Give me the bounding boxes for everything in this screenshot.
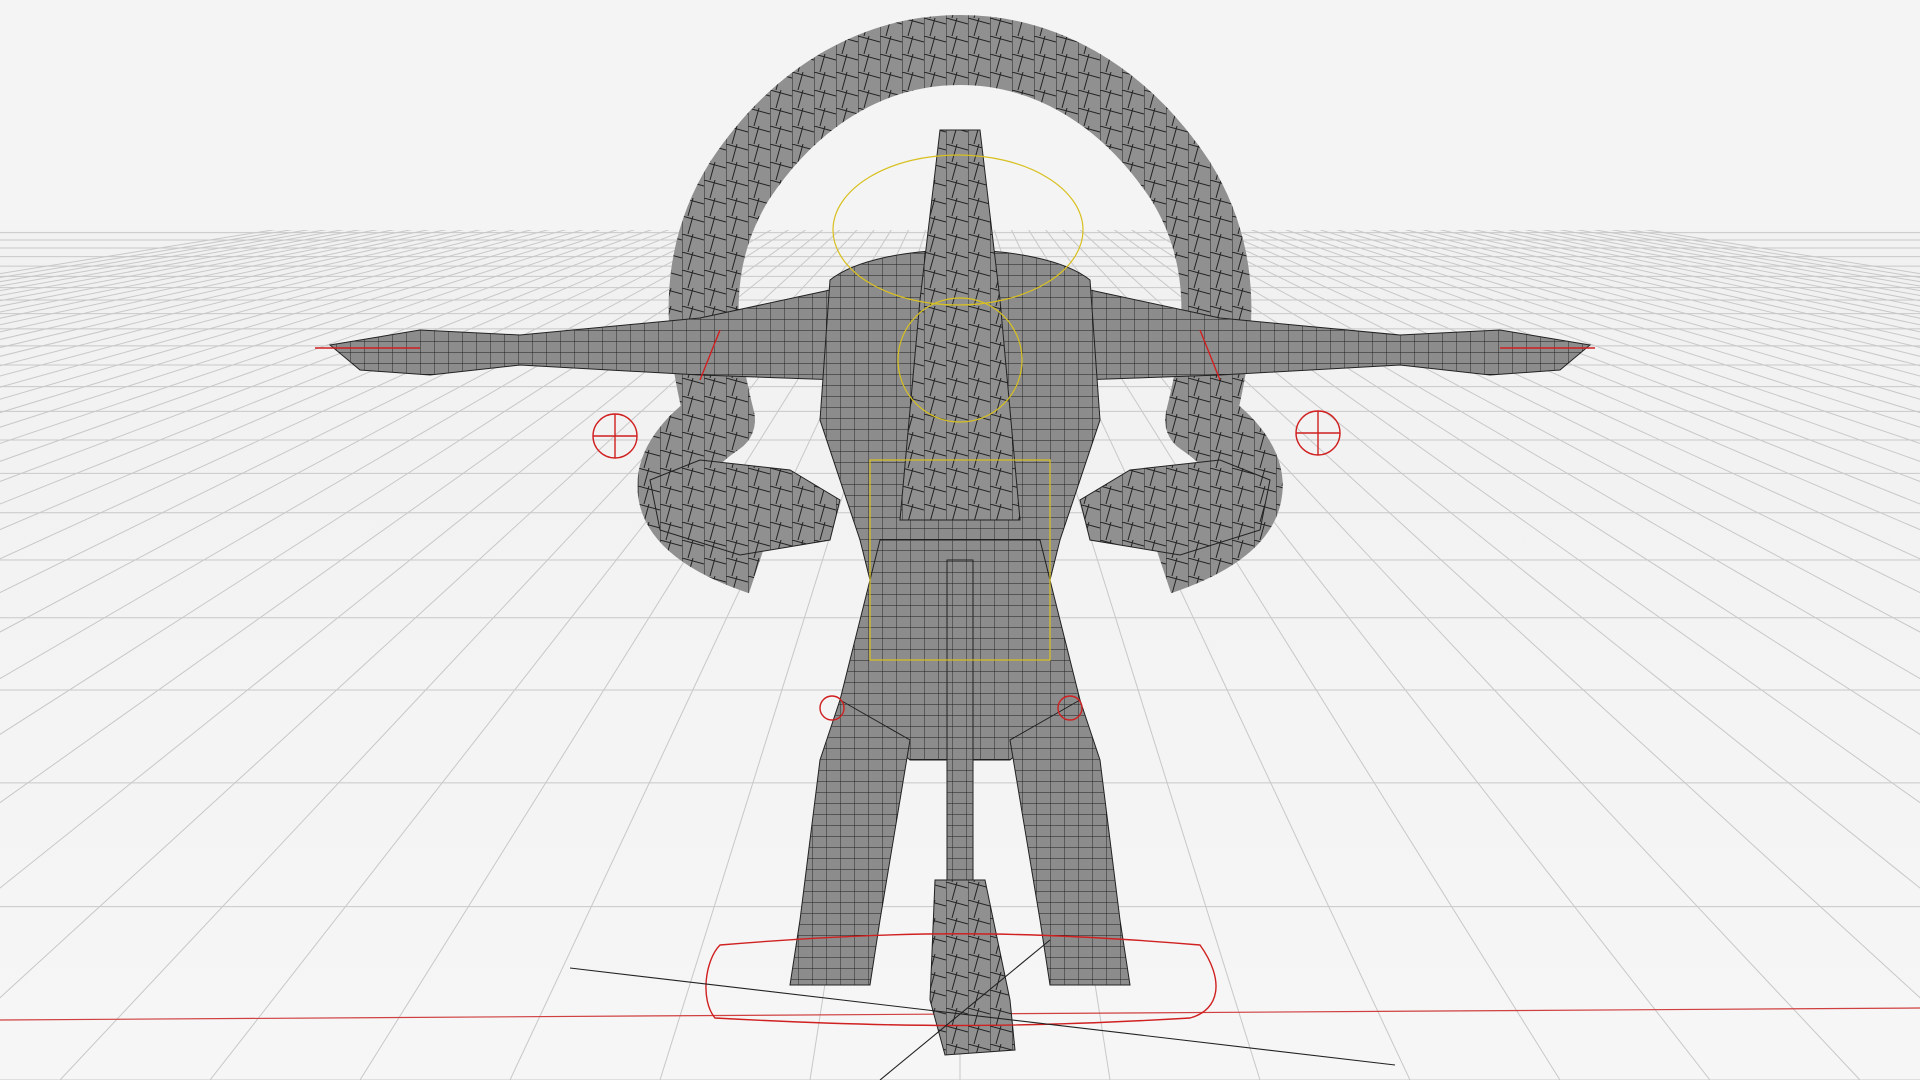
ik-target-right[interactable]: [1295, 410, 1341, 456]
ik-target-left[interactable]: [592, 413, 638, 459]
3d-viewport[interactable]: [0, 0, 1920, 1080]
staff: [946, 559, 974, 901]
